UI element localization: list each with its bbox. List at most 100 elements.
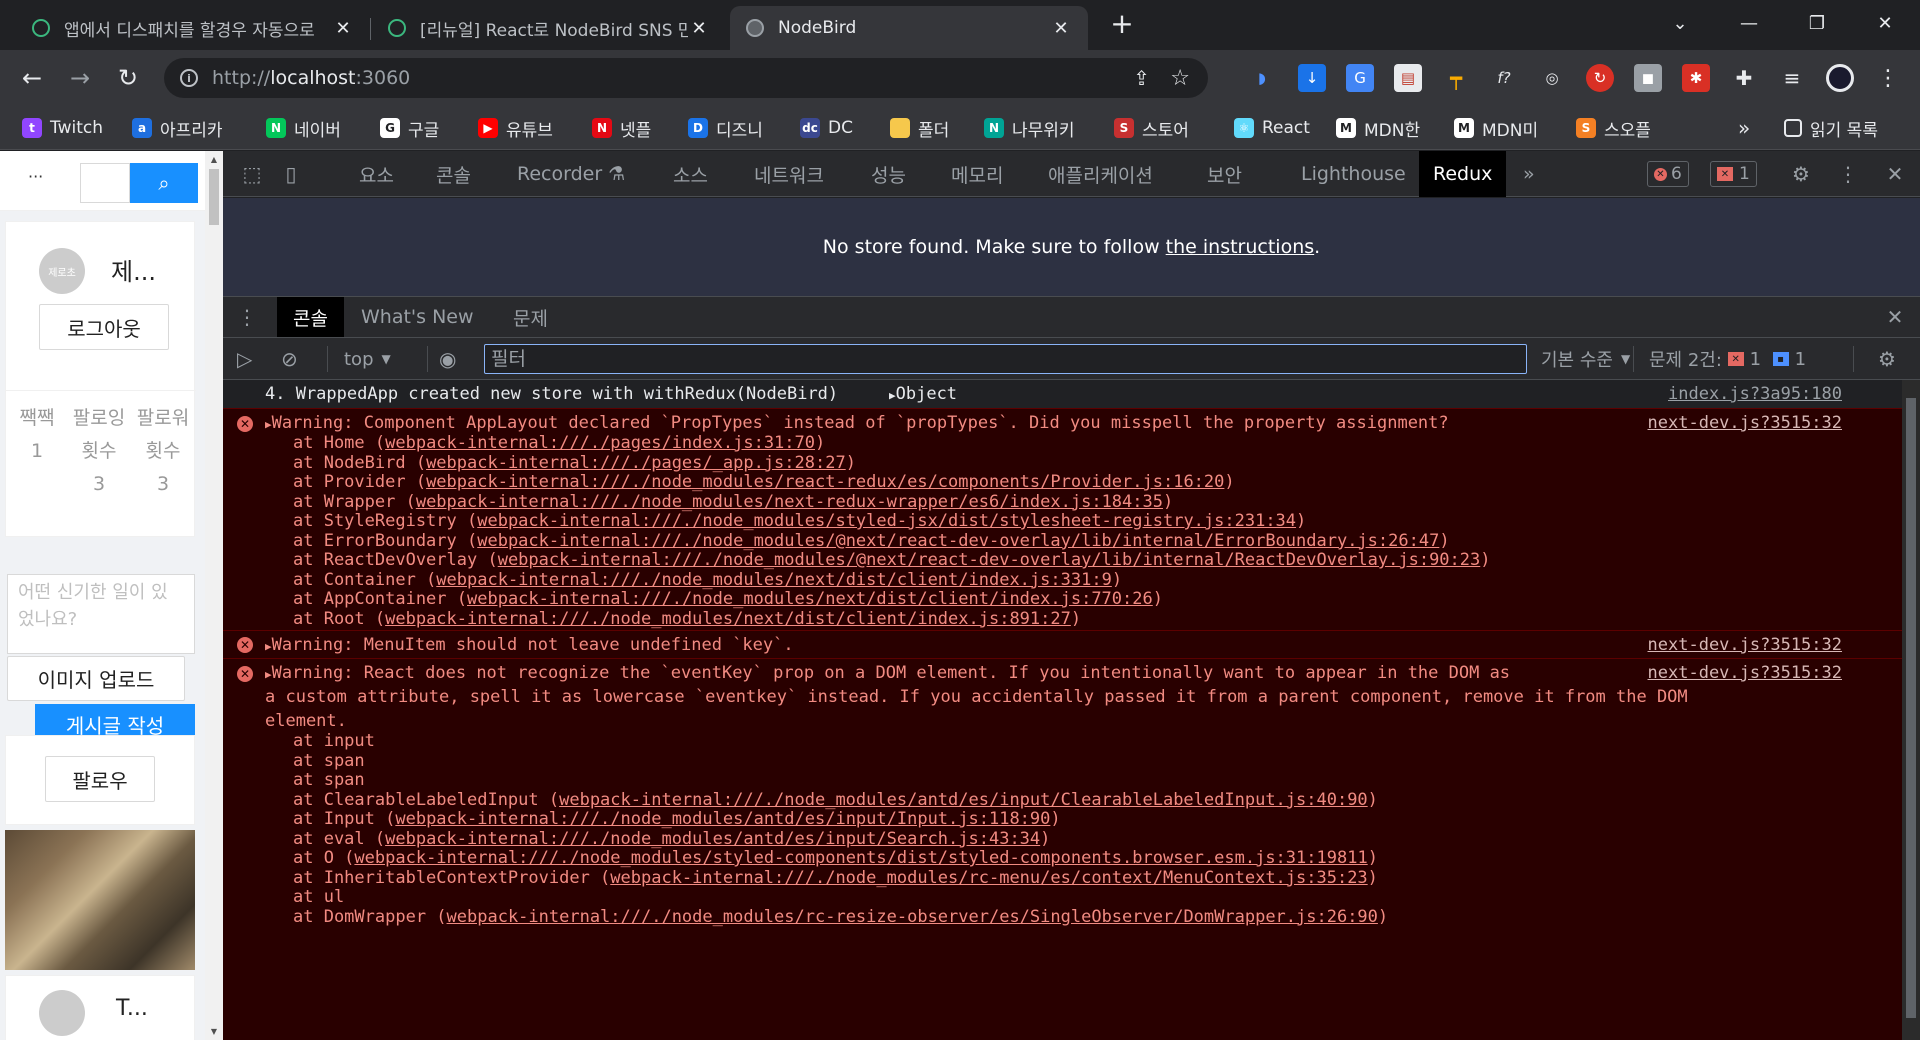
settings-gear-icon[interactable]: ⚙ xyxy=(1789,162,1813,186)
note-extension-icon[interactable]: ▤ xyxy=(1394,64,1422,92)
bookmark-item[interactable]: N 나무위키 xyxy=(984,116,1075,141)
tab-security[interactable]: 보안 xyxy=(1207,151,1242,197)
stack-frame-link[interactable]: webpack-internal:///./node_modules/rc-me… xyxy=(610,868,1367,888)
bookmark-item[interactable]: D 디즈니 xyxy=(688,116,763,141)
tab-recorder[interactable]: Recorder ⚗ xyxy=(517,151,625,197)
tab-lighthouse[interactable]: Lighthouse xyxy=(1301,151,1406,197)
warning-count-badge[interactable]: ✕ 1 xyxy=(1710,161,1757,187)
scrollbar-thumb[interactable] xyxy=(209,169,219,225)
browser-tab[interactable]: 앱에서 디스패치를 할경우 자동으로 ✕ xyxy=(16,6,370,50)
bookmarks-more-icon[interactable]: » xyxy=(1738,116,1750,140)
gear-extension-icon[interactable]: ✱ xyxy=(1682,64,1710,92)
follow-button[interactable]: 팔로우 xyxy=(45,756,155,802)
stack-frame-link[interactable]: webpack-internal:///./node_modules/antd/… xyxy=(385,829,1040,849)
tab-network[interactable]: 네트워크 xyxy=(754,151,824,197)
error-text-line[interactable]: ▶Warning: React does not recognize the `… xyxy=(265,663,1510,683)
tab-memory[interactable]: 메모리 xyxy=(951,151,1003,197)
browser-tab[interactable]: [리뉴얼] React로 NodeBird SNS 만들기 ✕ xyxy=(372,6,726,50)
bookmark-item[interactable]: M MDN미 xyxy=(1454,116,1538,141)
back-button[interactable]: ← xyxy=(16,62,48,94)
error-count-badge[interactable]: ✕ 6 xyxy=(1647,161,1689,187)
context-selector[interactable]: top ▼ xyxy=(344,347,391,371)
source-link[interactable]: index.js?3a95:180 xyxy=(1668,384,1842,404)
more-tabs-icon[interactable]: » xyxy=(1523,151,1535,197)
redux-instructions-link[interactable]: the instructions xyxy=(1166,236,1314,258)
minimize-button[interactable]: — xyxy=(1714,0,1784,46)
stack-frame-link[interactable]: webpack-internal:///./node_modules/next/… xyxy=(436,570,1112,590)
new-tab-button[interactable]: + xyxy=(1098,0,1146,46)
console-scrollbar[interactable] xyxy=(1902,380,1920,1040)
devtools-menu-icon[interactable]: ⋮ xyxy=(1836,162,1860,186)
bookmark-item[interactable]: ⚛ React xyxy=(1234,116,1310,140)
stack-frame-link[interactable]: webpack-internal:///./node_modules/react… xyxy=(426,472,1224,492)
scroll-down-arrow-icon[interactable]: ▼ xyxy=(209,1027,219,1036)
stack-frame-link[interactable]: webpack-internal:///./node_modules/antd/… xyxy=(395,809,1050,829)
profile-avatar-icon[interactable] xyxy=(1826,64,1854,92)
bookmark-item[interactable]: 폴더 xyxy=(890,116,949,141)
issues-counter[interactable]: 문제 2건: ✕ 1 ▪ 1 xyxy=(1649,347,1806,372)
user-extension-icon[interactable]: ◼ xyxy=(1634,64,1662,92)
download-extension-icon[interactable]: ↓ xyxy=(1298,64,1326,92)
tab-console[interactable]: 콘솔 xyxy=(436,151,471,197)
stack-frame-link[interactable]: webpack-internal:///./node_modules/next-… xyxy=(416,492,1163,512)
bookmark-item[interactable]: G 구글 xyxy=(380,116,439,141)
address-bar[interactable]: i http://localhost:3060 ⇪ ☆ xyxy=(164,58,1208,98)
inspect-element-icon[interactable]: ⬚ xyxy=(240,162,264,186)
drawer-menu-icon[interactable]: ⋮ xyxy=(235,305,259,329)
tab-elements[interactable]: 요소 xyxy=(359,151,394,197)
bookmark-item[interactable]: S 스오플 xyxy=(1576,116,1651,141)
stack-frame-link[interactable]: webpack-internal:///./pages/_app.js:28:2… xyxy=(426,453,846,473)
post-image[interactable] xyxy=(5,830,195,970)
bookmark-item[interactable]: a 아프리카 xyxy=(132,116,223,141)
scrollbar-thumb[interactable] xyxy=(1906,398,1916,1018)
tab-redux[interactable]: Redux xyxy=(1419,151,1507,197)
log-levels-dropdown[interactable]: 기본 수준 ▼ xyxy=(1541,347,1630,371)
image-upload-button[interactable]: 이미지 업로드 xyxy=(7,656,185,701)
logout-button[interactable]: 로그아웃 xyxy=(39,304,169,350)
tab-performance[interactable]: 성능 xyxy=(871,151,906,197)
clear-console-icon[interactable]: ⊘ xyxy=(281,347,298,371)
reload-button[interactable]: ↻ xyxy=(112,62,144,94)
ruler-extension-icon[interactable]: ┯ xyxy=(1442,64,1470,92)
glasses-extension-icon[interactable]: ◎ xyxy=(1538,64,1566,92)
voice-extension-icon[interactable]: ◗ xyxy=(1248,64,1276,92)
bookmark-item[interactable]: N 네이버 xyxy=(266,116,341,141)
search-input[interactable] xyxy=(80,163,130,203)
share-icon[interactable]: ⇪ xyxy=(1133,66,1150,90)
console-filter-input[interactable] xyxy=(484,344,1527,374)
device-toolbar-icon[interactable]: ▯ xyxy=(279,162,303,186)
bookmark-item[interactable]: S 스토어 xyxy=(1114,116,1189,141)
tab-sources[interactable]: 소스 xyxy=(673,151,708,197)
drawer-tab-issues[interactable]: 문제 xyxy=(513,297,548,337)
bookmark-star-icon[interactable]: ☆ xyxy=(1170,66,1190,91)
font-extension-icon[interactable]: f? xyxy=(1490,64,1518,92)
stack-frame-link[interactable]: webpack-internal:///./node_modules/next/… xyxy=(467,589,1153,609)
drawer-tab-console[interactable]: 콘솔 xyxy=(277,297,344,337)
tab-close-icon[interactable]: ✕ xyxy=(332,18,354,39)
forward-button[interactable]: → xyxy=(64,62,96,94)
tab-close-icon[interactable]: ✕ xyxy=(688,18,710,39)
error-text[interactable]: ▶Warning: Component AppLayout declared `… xyxy=(265,413,1449,433)
scroll-up-arrow-icon[interactable]: ▲ xyxy=(209,155,219,164)
media-control-icon[interactable]: ≡ xyxy=(1778,64,1806,92)
stack-frame-link[interactable]: webpack-internal:///./node_modules/style… xyxy=(354,848,1367,868)
menu-kebab-icon[interactable]: ⋮ xyxy=(1874,64,1902,92)
stack-frame-link[interactable]: webpack-internal:///./node_modules/rc-re… xyxy=(447,907,1378,927)
reading-list-button[interactable]: 읽기 목록 xyxy=(1784,116,1878,141)
source-link[interactable]: next-dev.js?3515:32 xyxy=(1648,413,1842,433)
stack-frame-link[interactable]: webpack-internal:///./node_modules/antd/… xyxy=(559,790,1368,810)
translate-extension-icon[interactable]: G xyxy=(1346,64,1374,92)
bookmark-item[interactable]: N 넷플 xyxy=(592,116,651,141)
page-scrollbar[interactable]: ▲ ▼ xyxy=(205,151,223,1040)
menu-more-icon[interactable]: ··· xyxy=(28,167,43,186)
source-link[interactable]: next-dev.js?3515:32 xyxy=(1648,635,1842,655)
tab-application[interactable]: 애플리케이션 xyxy=(1048,151,1153,197)
bookmark-item[interactable]: ▶ 유튜브 xyxy=(478,116,553,141)
search-button[interactable]: ⌕ xyxy=(130,163,198,203)
sync-extension-icon[interactable]: ↻ xyxy=(1586,64,1614,92)
console-settings-gear-icon[interactable]: ⚙ xyxy=(1878,347,1896,371)
bookmark-item[interactable]: t Twitch xyxy=(22,116,103,140)
live-expression-eye-icon[interactable]: ◉ xyxy=(439,347,456,371)
drawer-tab-whats-new[interactable]: What's New xyxy=(361,297,474,337)
close-drawer-icon[interactable]: ✕ xyxy=(1883,305,1907,329)
